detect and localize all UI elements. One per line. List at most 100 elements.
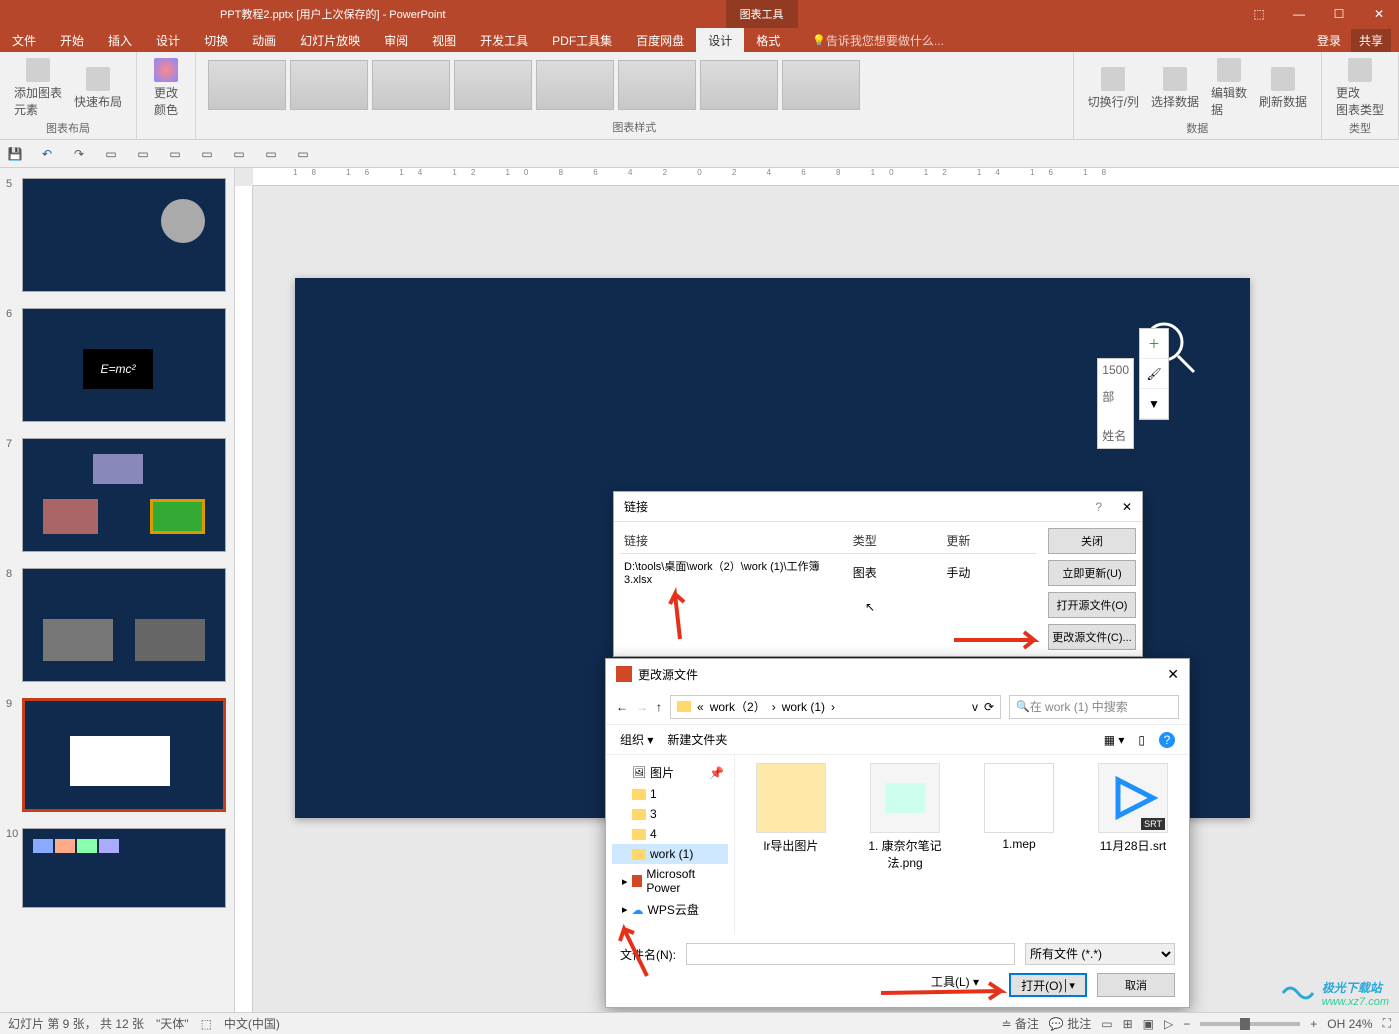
spellcheck-icon[interactable]: ⬚ xyxy=(201,1017,212,1031)
tree-item[interactable]: 3 xyxy=(612,804,728,824)
help-icon[interactable]: ? xyxy=(1095,500,1102,514)
add-chart-element-button[interactable]: 添加图表 元素 xyxy=(8,56,68,120)
tab-transitions[interactable]: 切换 xyxy=(192,28,240,52)
undo-icon[interactable]: ↶ xyxy=(38,145,56,163)
slide-thumb-9[interactable]: 9 xyxy=(22,698,226,812)
file-item[interactable]: SRT11月28日.srt xyxy=(1085,763,1181,927)
slide-thumb-8[interactable]: 8 xyxy=(22,568,226,682)
help-icon[interactable]: ? xyxy=(1159,732,1175,748)
chart-style-3[interactable] xyxy=(372,60,450,110)
slide-thumb-5[interactable]: 5 xyxy=(22,178,226,292)
chart-style-1[interactable] xyxy=(208,60,286,110)
tree-item[interactable]: 4 xyxy=(612,824,728,844)
chart-brush-icon[interactable]: 🖌 xyxy=(1140,359,1168,389)
refresh-icon[interactable]: ⟳ xyxy=(984,700,994,714)
open-button[interactable]: 打开(O) │▾ xyxy=(1009,973,1087,997)
tab-pdf[interactable]: PDF工具集 xyxy=(540,28,624,52)
chart-style-5[interactable] xyxy=(536,60,614,110)
organize-button[interactable]: 组织 ▾ xyxy=(620,731,653,748)
zoom-in-icon[interactable]: + xyxy=(1310,1017,1317,1031)
tab-review[interactable]: 审阅 xyxy=(372,28,420,52)
open-source-button[interactable]: 打开源文件(O) xyxy=(1048,592,1136,618)
file-item[interactable]: 1. 康奈尔笔记法.png xyxy=(857,763,953,927)
tab-design[interactable]: 设计 xyxy=(144,28,192,52)
fit-icon[interactable]: ⛶ xyxy=(1383,1016,1391,1031)
folder-tree[interactable]: 🖼 图片📌 1 3 4 work (1) ▸ Microsoft Power ▸… xyxy=(606,755,735,935)
tab-view[interactable]: 视图 xyxy=(420,28,468,52)
tab-insert[interactable]: 插入 xyxy=(96,28,144,52)
close-icon[interactable]: ✕ xyxy=(1167,666,1179,683)
maximize-icon[interactable]: ☐ xyxy=(1319,0,1359,28)
tab-chart-design[interactable]: 设计 xyxy=(696,28,744,52)
slide-count[interactable]: 幻灯片 第 9 张， 共 12 张 xyxy=(8,1015,144,1032)
change-chart-type-button[interactable]: 更改 图表类型 xyxy=(1330,56,1390,120)
view-icon[interactable]: ▦ ▾ xyxy=(1104,733,1125,747)
tree-mspp[interactable]: ▸ Microsoft Power xyxy=(612,864,728,898)
tab-animations[interactable]: 动画 xyxy=(240,28,288,52)
close-icon[interactable]: ✕ xyxy=(1122,500,1132,514)
qat-icon[interactable]: ▭ xyxy=(262,145,280,163)
zoom-level[interactable]: OH 24% xyxy=(1327,1017,1372,1031)
update-now-button[interactable]: 立即更新(U) xyxy=(1048,560,1136,586)
chart-filter-icon[interactable]: ▼ xyxy=(1140,389,1168,419)
change-colors-button[interactable]: 更改 颜色 xyxy=(145,56,187,120)
slide-thumbnails-panel[interactable]: 5 6E=mc² 7 8 9 10 xyxy=(0,168,235,1012)
tree-work1[interactable]: work (1) xyxy=(612,844,728,864)
switch-row-col-button[interactable]: 切换行/列 xyxy=(1082,56,1145,120)
minimize-icon[interactable]: — xyxy=(1279,0,1319,28)
chart-style-7[interactable] xyxy=(700,60,778,110)
language[interactable]: 中文(中国) xyxy=(224,1015,280,1032)
tab-file[interactable]: 文件 xyxy=(0,28,48,52)
tree-wps[interactable]: ▸ ☁ WPS云盘 xyxy=(612,898,728,921)
zoom-slider[interactable] xyxy=(1200,1022,1300,1026)
qat-icon[interactable]: ▭ xyxy=(198,145,216,163)
qat-icon[interactable]: ▭ xyxy=(294,145,312,163)
qat-icon[interactable]: ▭ xyxy=(166,145,184,163)
quick-layout-button[interactable]: 快速布局 xyxy=(68,56,128,120)
notes-button[interactable]: ≐ 备注 xyxy=(1002,1015,1039,1032)
normal-view-icon[interactable]: ▭ xyxy=(1101,1017,1112,1031)
refresh-data-button[interactable]: 刷新数据 xyxy=(1253,56,1313,120)
file-item[interactable]: lr导出图片 xyxy=(743,763,839,927)
chart-style-4[interactable] xyxy=(454,60,532,110)
redo-icon[interactable]: ↷ xyxy=(70,145,88,163)
file-list[interactable]: lr导出图片 1. 康奈尔笔记法.png 1.mep SRT11月28日.srt xyxy=(735,755,1189,935)
login-link[interactable]: 登录 xyxy=(1317,32,1341,49)
tab-format[interactable]: 格式 xyxy=(744,28,792,52)
comments-button[interactable]: 💬 批注 xyxy=(1049,1015,1091,1032)
forward-icon[interactable]: → xyxy=(636,700,648,714)
tab-slideshow[interactable]: 幻灯片放映 xyxy=(288,28,372,52)
up-icon[interactable]: ↑ xyxy=(656,700,662,714)
chart-style-2[interactable] xyxy=(290,60,368,110)
tell-me[interactable]: 💡 告诉我您想要做什么... xyxy=(812,32,944,49)
edit-data-button[interactable]: 编辑数 据 xyxy=(1205,56,1253,120)
close-icon[interactable]: ✕ xyxy=(1359,0,1399,28)
share-button[interactable]: 共享 xyxy=(1351,29,1391,52)
close-button[interactable]: 关闭 xyxy=(1048,528,1136,554)
qat-icon[interactable]: ▭ xyxy=(230,145,248,163)
file-item[interactable]: 1.mep xyxy=(971,763,1067,927)
back-icon[interactable]: ← xyxy=(616,700,628,714)
chart-plus-icon[interactable]: ＋ xyxy=(1140,329,1168,359)
preview-icon[interactable]: ▯ xyxy=(1138,733,1145,747)
filename-input[interactable] xyxy=(686,943,1015,965)
save-icon[interactable]: 💾 xyxy=(6,145,24,163)
search-input[interactable]: 🔍 在 work (1) 中搜索 xyxy=(1009,695,1179,719)
slide-thumb-6[interactable]: 6E=mc² xyxy=(22,308,226,422)
slide-thumb-10[interactable]: 10 xyxy=(22,828,226,908)
select-data-button[interactable]: 选择数据 xyxy=(1145,56,1205,120)
sorter-view-icon[interactable]: ⊞ xyxy=(1123,1017,1133,1031)
breadcrumb[interactable]: « work（2） › work (1) › v ⟳ xyxy=(670,695,1001,719)
tab-developer[interactable]: 开发工具 xyxy=(468,28,540,52)
chart-style-6[interactable] xyxy=(618,60,696,110)
slide-thumb-7[interactable]: 7 xyxy=(22,438,226,552)
zoom-out-icon[interactable]: − xyxy=(1183,1017,1190,1031)
tree-item[interactable]: 1 xyxy=(612,784,728,804)
cancel-button[interactable]: 取消 xyxy=(1097,973,1175,997)
tab-home[interactable]: 开始 xyxy=(48,28,96,52)
reading-view-icon[interactable]: ▣ xyxy=(1143,1017,1154,1031)
file-filter-select[interactable]: 所有文件 (*.*) xyxy=(1025,943,1175,965)
ribbon-options-icon[interactable]: ⬚ xyxy=(1239,0,1279,28)
qat-icon[interactable]: ▭ xyxy=(102,145,120,163)
chart-style-8[interactable] xyxy=(782,60,860,110)
